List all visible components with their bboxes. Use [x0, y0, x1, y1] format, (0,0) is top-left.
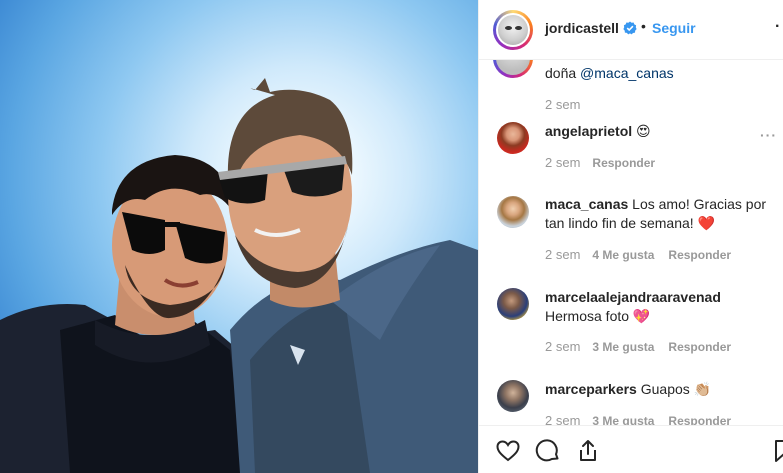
comments-list[interactable]: doña @maca_canas 2 sem angelaprietol 😍 ·…: [479, 60, 783, 425]
comment-text: angelaprietol 😍: [545, 123, 651, 139]
bookmark-icon[interactable]: [771, 438, 783, 464]
comment-icon[interactable]: [535, 438, 561, 464]
post-side-panel: jordicastell • Seguir · doña @maca_canas…: [478, 0, 783, 473]
comment-avatar[interactable]: [497, 288, 529, 320]
comment-username[interactable]: maca_canas: [545, 196, 628, 212]
reply-button[interactable]: Responder: [592, 156, 655, 170]
comment-username[interactable]: marcelaalejandraaravenad: [545, 289, 721, 305]
caption-text: doña @maca_canas: [545, 65, 674, 81]
comment-meta: 2 sem 4 Me gusta Responder: [545, 247, 745, 262]
author-avatar[interactable]: [493, 10, 533, 50]
share-icon[interactable]: [575, 438, 601, 464]
comment-time[interactable]: 2 sem: [545, 155, 580, 170]
comment-username[interactable]: angelaprietol: [545, 123, 632, 139]
comment-text: maca_canas Los amo! Gracias por tan lind…: [545, 196, 767, 231]
comment-avatar[interactable]: [497, 380, 529, 412]
comment-text: marceparkers Guapos 👏🏼: [545, 381, 712, 397]
post-photo[interactable]: [0, 0, 478, 473]
header-separator: •: [641, 18, 646, 34]
reply-button[interactable]: Responder: [668, 414, 731, 425]
reply-button[interactable]: Responder: [668, 248, 731, 262]
likes-count[interactable]: 4 Me gusta: [592, 248, 654, 262]
follow-button[interactable]: Seguir: [652, 20, 696, 36]
caption-time[interactable]: 2 sem: [545, 97, 580, 112]
verified-badge-icon: [623, 21, 637, 35]
reply-button[interactable]: Responder: [668, 340, 731, 354]
comment-meta: 2 sem 3 Me gusta Responder: [545, 339, 745, 354]
comment-username[interactable]: marceparkers: [545, 381, 637, 397]
post-header: jordicastell • Seguir ·: [479, 0, 783, 60]
likes-count[interactable]: 3 Me gusta: [592, 414, 654, 425]
comment-time[interactable]: 2 sem: [545, 339, 580, 354]
comment-text: marcelaalejandraaravenad Hermosa foto 💖: [545, 289, 721, 324]
likes-count[interactable]: 3 Me gusta: [592, 340, 654, 354]
caption-mention-link[interactable]: @maca_canas: [580, 65, 674, 81]
comment-avatar[interactable]: [497, 196, 529, 228]
comment-meta: 2 sem Responder: [545, 155, 669, 170]
caption-avatar[interactable]: [493, 60, 533, 78]
more-options-icon[interactable]: ·: [775, 18, 780, 36]
comment-time[interactable]: 2 sem: [545, 413, 580, 425]
author-username[interactable]: jordicastell: [545, 20, 619, 36]
comment-meta: 2 sem 3 Me gusta Responder: [545, 413, 745, 425]
comment-avatar[interactable]: [497, 122, 529, 154]
photo-illustration: [0, 78, 478, 473]
comment-time[interactable]: 2 sem: [545, 247, 580, 262]
post-actions-bar: [479, 425, 783, 473]
heart-icon[interactable]: [495, 438, 521, 464]
comment-options-icon[interactable]: ···: [760, 127, 777, 143]
